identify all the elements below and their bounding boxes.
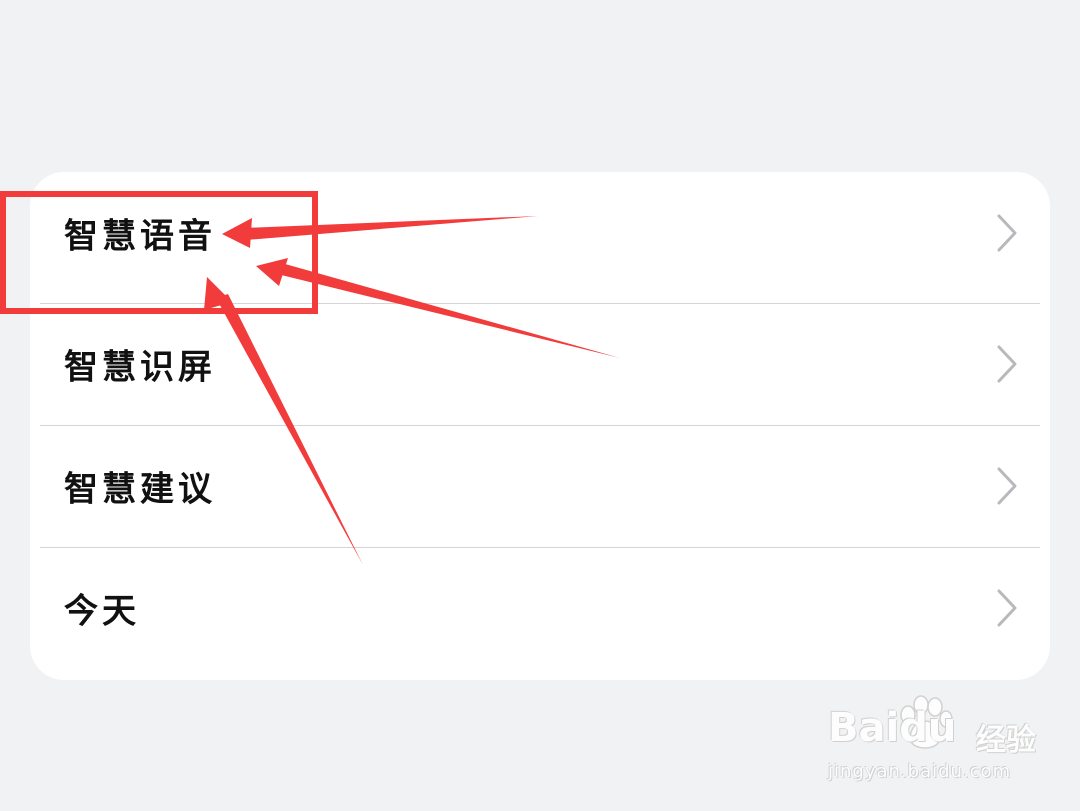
row-label: 今天 xyxy=(64,591,140,632)
row-smart-voice[interactable]: 智慧语音 xyxy=(30,172,1050,294)
row-label: 智慧语音 xyxy=(64,216,216,257)
baidu-logo-text: Baidu xyxy=(828,705,957,751)
row-smart-screen-recognition[interactable]: 智慧识屏 xyxy=(30,303,1050,425)
row-label: 智慧建议 xyxy=(64,469,216,510)
row-smart-suggestions[interactable]: 智慧建议 xyxy=(30,425,1050,547)
chevron-right-icon xyxy=(997,467,1017,505)
settings-card: 智慧语音 智慧识屏 智慧建议 今天 xyxy=(30,172,1050,680)
chevron-right-icon xyxy=(997,214,1017,252)
chevron-right-icon xyxy=(997,345,1017,383)
baidu-jingyan-watermark: Baidu 经验 jingyan.baidu.com xyxy=(828,693,1048,793)
chevron-right-icon xyxy=(997,589,1017,627)
watermark-url: jingyan.baidu.com xyxy=(828,761,1012,782)
row-today[interactable]: 今天 xyxy=(30,547,1050,669)
row-label: 智慧识屏 xyxy=(64,347,216,388)
jingyan-text: 经验 xyxy=(976,723,1036,758)
